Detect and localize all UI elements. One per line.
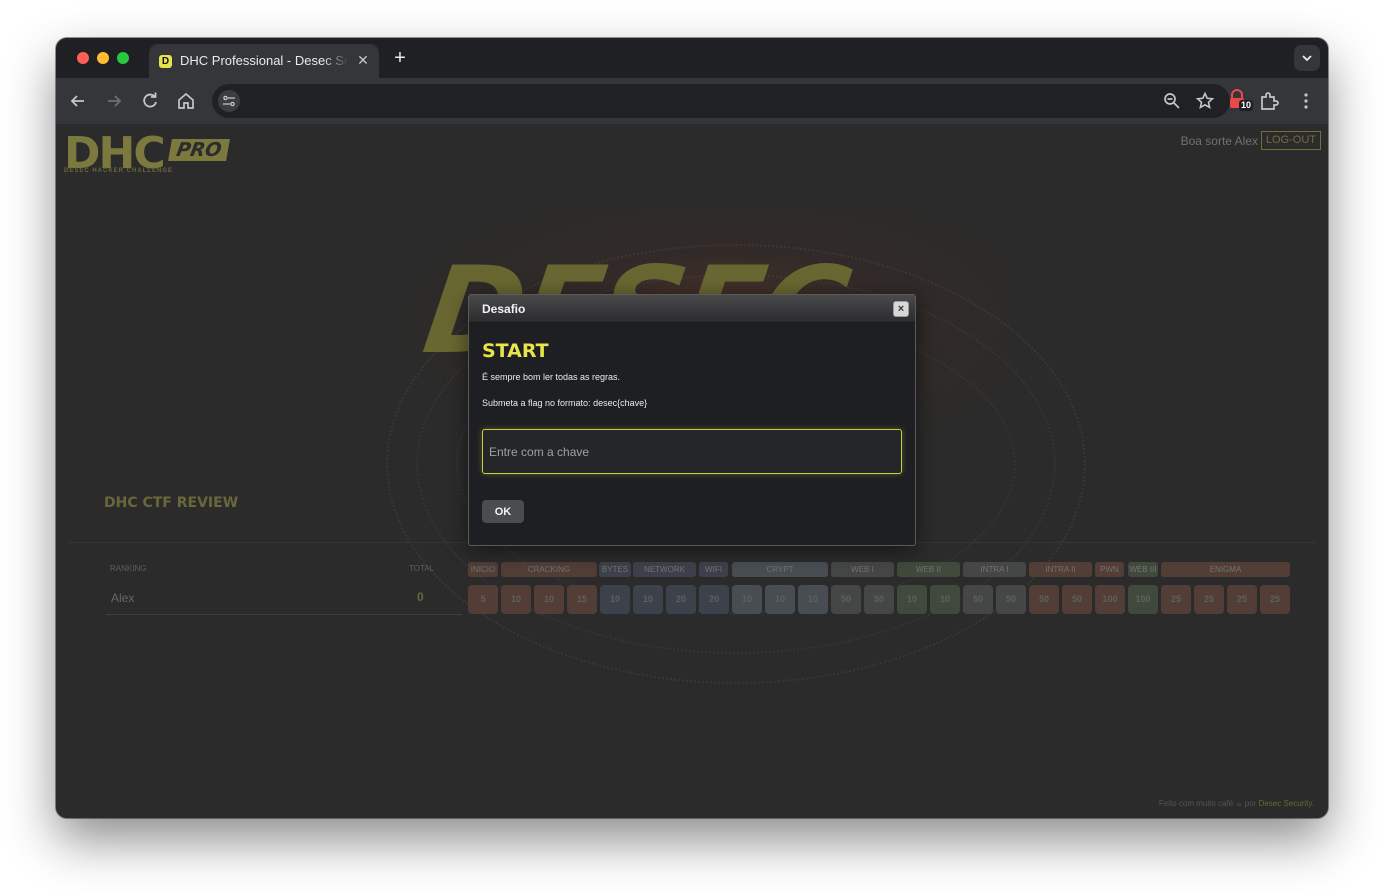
- maximize-window-button[interactable]: [117, 52, 129, 64]
- browser-menu-button[interactable]: [1294, 89, 1318, 113]
- challenge-description: É sempre bom ler todas as regras.: [482, 372, 621, 382]
- close-window-button[interactable]: [77, 52, 89, 64]
- browser-tab[interactable]: D DHC Professional - Desec Security ✕: [149, 44, 379, 78]
- tab-strip: D DHC Professional - Desec Security ✕ +: [56, 38, 1328, 78]
- flag-input[interactable]: [482, 429, 902, 474]
- password-extension-button[interactable]: 10: [1228, 89, 1254, 114]
- reload-button[interactable]: [138, 89, 162, 113]
- chevron-down-icon: [1302, 55, 1312, 62]
- site-favicon-icon: D: [159, 55, 172, 68]
- extensions-button[interactable]: [1257, 89, 1281, 113]
- extension-badge: 10: [1239, 100, 1254, 111]
- challenge-name: START: [482, 340, 549, 362]
- new-tab-button[interactable]: +: [389, 47, 411, 69]
- dialog-header: Desafio ×: [469, 295, 915, 323]
- tune-icon: [223, 95, 235, 107]
- zoom-icon[interactable]: [1162, 91, 1182, 111]
- home-icon: [178, 92, 194, 109]
- browser-toolbar: 10: [56, 78, 1328, 124]
- reload-icon: [143, 92, 157, 108]
- close-tab-icon[interactable]: ✕: [355, 52, 371, 68]
- tab-search-button[interactable]: [1294, 45, 1320, 71]
- back-button[interactable]: [66, 89, 90, 113]
- arrow-left-icon: [70, 95, 84, 107]
- challenge-dialog: Desafio × START É sempre bom ler todas a…: [468, 294, 916, 546]
- tab-title: DHC Professional - Desec Security: [180, 53, 348, 68]
- more-vertical-icon: [1304, 93, 1308, 109]
- site-info-button[interactable]: [218, 90, 240, 112]
- ok-button[interactable]: OK: [482, 500, 524, 523]
- puzzle-icon: [1261, 92, 1279, 110]
- arrow-right-icon: [108, 95, 122, 107]
- page-content: DESEC DHC PRO DESEC HACKER CHALLENGE Boa…: [56, 124, 1328, 818]
- minimize-window-button[interactable]: [97, 52, 109, 64]
- browser-window: D DHC Professional - Desec Security ✕ +: [56, 38, 1328, 818]
- flag-format-hint: Submeta a flag no formato: desec{chave}: [482, 398, 648, 408]
- address-bar[interactable]: [212, 84, 1230, 118]
- dialog-title: Desafio: [482, 302, 526, 316]
- close-dialog-button[interactable]: ×: [893, 301, 909, 317]
- forward-button[interactable]: [102, 89, 126, 113]
- home-button[interactable]: [174, 89, 198, 113]
- bookmark-star-icon[interactable]: [1195, 91, 1215, 111]
